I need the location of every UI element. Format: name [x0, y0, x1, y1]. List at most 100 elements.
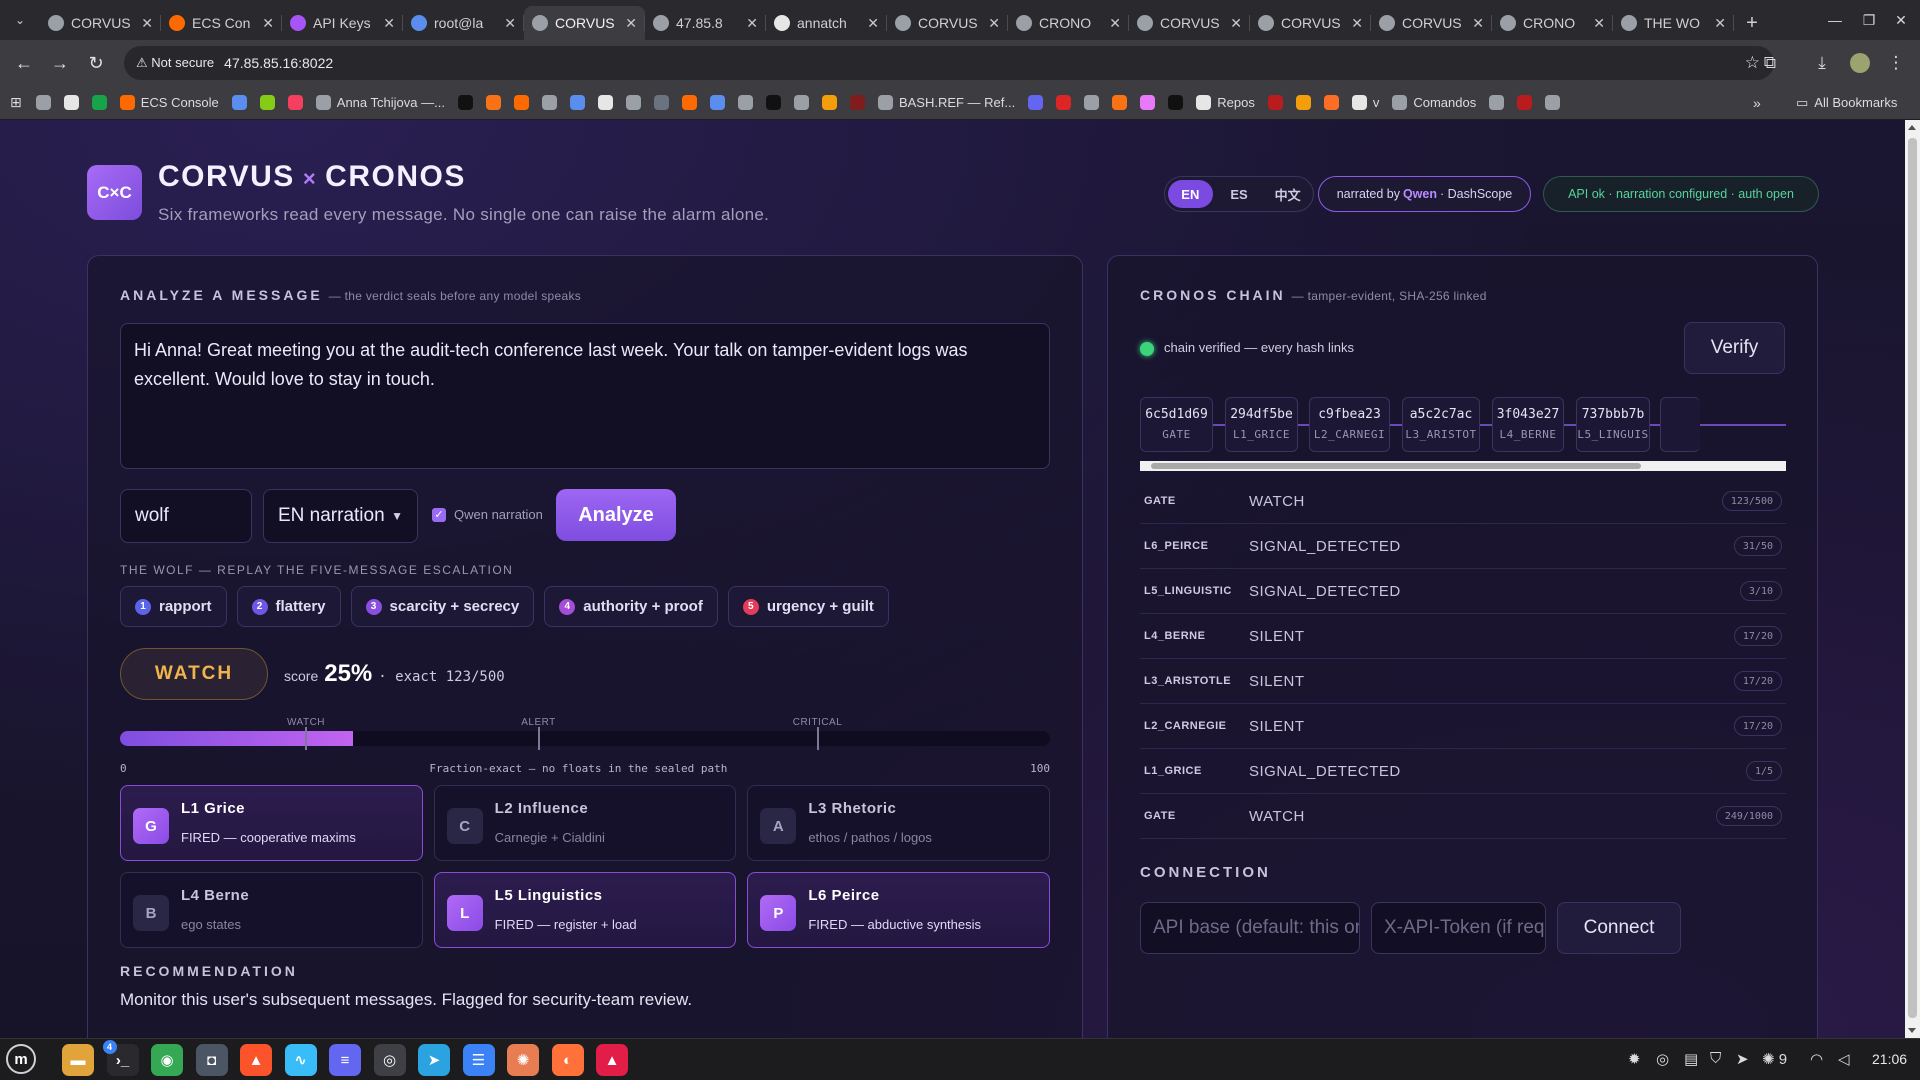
tray-notifications[interactable]: ✺ 9	[1762, 1050, 1787, 1068]
bookmark-item[interactable]	[709, 95, 725, 110]
bookmark-item[interactable]	[457, 95, 473, 110]
chain-horizontal-scrollbar[interactable]	[1140, 461, 1786, 471]
framework-card[interactable]: P L6 Peirce FIRED — abductive synthesis	[747, 872, 1050, 948]
profile-avatar[interactable]	[1842, 45, 1878, 81]
lang-option-0[interactable]: EN	[1168, 180, 1213, 208]
close-window-icon[interactable]: ✕	[1878, 0, 1920, 40]
api-base-input[interactable]: API base (default: this origin)	[1140, 902, 1360, 954]
tab-close-icon[interactable]: ✕	[383, 15, 395, 32]
bookmark-item[interactable]: Anna Tchijova —...	[315, 95, 445, 110]
taskbar-monitor-icon[interactable]: ∿	[284, 1044, 317, 1076]
chain-blocks-strip[interactable]: 6c5d1d69 GATE 294df5be L1_GRICE c9fbea23 L2_C…	[1140, 397, 1786, 453]
clock[interactable]: 21:06	[1872, 1051, 1907, 1067]
tab-close-icon[interactable]: ✕	[867, 15, 879, 32]
chain-block[interactable]: 6c5d1d69 GATE	[1140, 397, 1213, 452]
browser-tab[interactable]: THE WO ✕	[1613, 6, 1734, 40]
tab-search-icon[interactable]: ⌄	[0, 0, 40, 40]
taskbar-claude-icon[interactable]: ✺	[507, 1044, 539, 1076]
browser-tab[interactable]: CORVUS ✕	[40, 6, 161, 40]
bookmark-item[interactable]	[849, 95, 865, 110]
chain-block[interactable]: 3f043e27 L4_BERNE	[1492, 397, 1564, 452]
taskbar-terminal-icon[interactable]: ›_ 4	[102, 1040, 139, 1076]
tray-shield-icon[interactable]: ⛉	[1710, 1050, 1721, 1067]
browser-tab[interactable]: CORVUS ✕	[887, 6, 1008, 40]
bookmark-item[interactable]	[1517, 95, 1533, 110]
reload-icon[interactable]: ↻	[78, 45, 114, 81]
taskbar-photos-icon[interactable]: ▲	[596, 1044, 628, 1076]
connect-button[interactable]: Connect	[1557, 902, 1681, 954]
bookmark-item[interactable]	[91, 95, 107, 110]
taskbar-telegram-icon[interactable]: ➤	[418, 1044, 450, 1076]
bookmark-item[interactable]	[597, 95, 613, 110]
browser-tab[interactable]: ECS Con ✕	[161, 6, 282, 40]
bookmark-item[interactable]	[793, 95, 809, 110]
tray-telegram-icon[interactable]: ➤	[1736, 1050, 1749, 1068]
ledger-row[interactable]: GATE WATCH 249/1000	[1140, 794, 1786, 839]
bookmark-item[interactable]	[737, 95, 753, 110]
ledger-row[interactable]: L4_BERNE SILENT 17/20	[1140, 614, 1786, 659]
bookmark-item[interactable]	[287, 95, 303, 110]
bookmark-item[interactable]	[1489, 95, 1505, 110]
bookmark-item[interactable]	[485, 95, 501, 110]
start-menu-icon[interactable]: m	[6, 1044, 36, 1074]
bookmark-item[interactable]	[625, 95, 641, 110]
framework-card[interactable]: G L1 Grice FIRED — cooperative maxims	[120, 785, 423, 861]
browser-tab[interactable]: annatch ✕	[766, 6, 887, 40]
chain-block[interactable]: c9fbea23 L2_CARNEGI	[1309, 397, 1390, 452]
message-textarea[interactable]: Hi Anna! Great meeting you at the audit-…	[120, 323, 1050, 469]
escalation-chip[interactable]: 4 authority + proof	[544, 586, 718, 627]
wifi-icon[interactable]: ◠	[1810, 1050, 1823, 1068]
chain-block-partial[interactable]	[1660, 397, 1700, 452]
taskbar-files-icon[interactable]: ▬	[62, 1044, 94, 1076]
lang-option-2[interactable]: 中文	[1265, 180, 1310, 208]
ledger-row[interactable]: L5_LINGUISTIC SIGNAL_DETECTED 3/10	[1140, 569, 1786, 614]
bookmark-item[interactable]: Comandos	[1392, 95, 1476, 110]
checkbox-checked-icon[interactable]: ✓	[432, 507, 446, 522]
taskbar-brave-icon[interactable]: ▲	[240, 1044, 272, 1076]
volume-icon[interactable]: ◁	[1838, 1050, 1850, 1068]
bookmark-item[interactable]	[1084, 95, 1100, 110]
page-scroll-thumb[interactable]	[1908, 138, 1917, 1018]
scroll-down-icon[interactable]	[1908, 1028, 1916, 1033]
tray-steam-icon[interactable]: ◎	[1656, 1050, 1669, 1068]
bookmark-item[interactable]	[1140, 95, 1156, 110]
ledger-row[interactable]: L3_ARISTOTLE SILENT 17/20	[1140, 659, 1786, 704]
tab-close-icon[interactable]: ✕	[262, 15, 274, 32]
browser-tab[interactable]: CORVUS ✕	[524, 6, 645, 40]
taskbar-text-editor-icon[interactable]: ≡	[329, 1044, 361, 1076]
forward-icon[interactable]: →	[42, 45, 78, 81]
tab-close-icon[interactable]: ✕	[1109, 15, 1121, 32]
address-bar[interactable]: ⚠ Not secure 47.85.85.16:8022 ☆	[124, 46, 1774, 80]
tab-close-icon[interactable]: ✕	[1472, 15, 1484, 32]
bookmark-item[interactable]	[1267, 95, 1283, 110]
taskbar-notes-icon[interactable]: ☰	[462, 1044, 495, 1076]
more-bookmarks-icon[interactable]: »	[1753, 95, 1761, 111]
bookmark-item[interactable]	[1112, 95, 1128, 110]
bookmark-item[interactable]	[1056, 95, 1072, 110]
qwen-narration-toggle[interactable]: ✓ Qwen narration	[432, 507, 543, 522]
page-scrollbar[interactable]	[1905, 120, 1920, 1038]
ledger-row[interactable]: L6_PEIRCE SIGNAL_DETECTED 31/50	[1140, 524, 1786, 569]
bookmark-item[interactable]: ECS Console	[119, 95, 219, 110]
back-icon[interactable]: ←	[6, 45, 42, 81]
lang-option-1[interactable]: ES	[1217, 180, 1262, 208]
bookmark-item[interactable]	[513, 95, 529, 110]
bookmark-item[interactable]	[259, 95, 275, 110]
bookmark-item[interactable]	[231, 95, 247, 110]
bookmark-item[interactable]	[1295, 95, 1311, 110]
chain-block[interactable]: 294df5be L1_GRICE	[1225, 397, 1298, 452]
bookmark-item[interactable]: Repos	[1196, 95, 1255, 110]
narration-language-select[interactable]: EN narration ▼	[263, 489, 418, 543]
verify-button[interactable]: Verify	[1684, 322, 1785, 374]
taskbar-obs-icon[interactable]: ◎	[373, 1044, 406, 1076]
bookmark-item[interactable]	[681, 95, 697, 110]
browser-tab[interactable]: CORVUS ✕	[1129, 6, 1250, 40]
api-token-input[interactable]: X-API-Token (if required)	[1371, 902, 1546, 954]
ledger-row[interactable]: L2_CARNEGIE SILENT 17/20	[1140, 704, 1786, 749]
ledger-row[interactable]: L1_GRICE SIGNAL_DETECTED 1/5	[1140, 749, 1786, 794]
browser-tab[interactable]: 47.85.8 ✕	[645, 6, 766, 40]
browser-tab[interactable]: CRONO ✕	[1008, 6, 1129, 40]
bookmark-item[interactable]	[653, 95, 669, 110]
apps-grid-icon[interactable]: ⊞	[10, 94, 22, 111]
browser-menu-icon[interactable]: ⋮	[1878, 45, 1914, 81]
